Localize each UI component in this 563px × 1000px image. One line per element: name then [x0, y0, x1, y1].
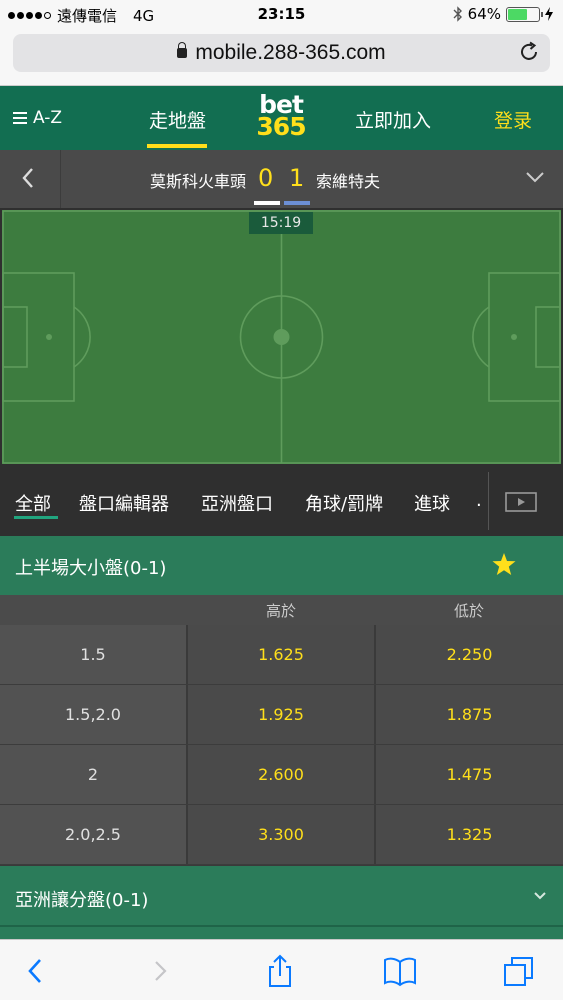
over-header: 高於 — [265, 602, 296, 620]
market-header[interactable]: 上半場大小盤(0-1) — [0, 536, 563, 595]
battery-percent: 64% — [467, 5, 501, 23]
under-odds-button[interactable]: 2.250 — [376, 625, 563, 684]
market-title: 上半場大小盤(0-1) — [15, 558, 167, 579]
pitch-area: 15:19 — [0, 208, 563, 466]
under-odds-button[interactable]: 1.875 — [376, 685, 563, 744]
browser-chrome: mobile.288-365.com — [0, 30, 563, 86]
away-kit-color — [284, 201, 310, 205]
table-row: 2 2.600 1.475 — [0, 745, 563, 805]
back-chevron-icon[interactable] — [20, 166, 36, 190]
tabs-icon[interactable] — [502, 954, 536, 988]
url-display[interactable]: mobile.288-365.com — [13, 41, 550, 65]
tabs-overflow: . — [476, 490, 482, 511]
logo-365: 365 — [256, 112, 306, 141]
table-row: 1.5,2.0 1.925 1.875 — [0, 685, 563, 745]
over-odds-button[interactable]: 1.625 — [188, 625, 374, 684]
tab-goals[interactable]: 進球 — [414, 490, 450, 516]
match-clock: 15:19 — [249, 212, 313, 234]
asian-handicap-market-header[interactable]: 亞洲讓分盤(0-1) — [0, 865, 563, 925]
under-odds-button[interactable]: 1.475 — [376, 745, 563, 804]
home-score: 0 — [258, 164, 274, 192]
bluetooth-icon — [453, 6, 462, 22]
chevron-down-icon[interactable] — [525, 170, 545, 184]
site-header: A-Z 走地盤 bet 365 立即加入 登录 — [0, 86, 563, 150]
az-menu-button[interactable]: A-Z — [13, 108, 62, 128]
status-right: 64% — [453, 5, 553, 23]
az-label: A-Z — [33, 108, 63, 128]
under-odds-button[interactable]: 1.325 — [376, 805, 563, 864]
lock-icon — [177, 42, 188, 58]
login-button[interactable]: 登录 — [494, 106, 532, 133]
away-team-name: 索維特夫 — [316, 172, 381, 191]
in-play-link[interactable]: 走地盤 — [149, 106, 206, 133]
odds-column-headers: 高於 低於 — [0, 595, 563, 625]
tab-all[interactable]: 全部 — [15, 490, 51, 516]
table-row: 2.0,2.5 3.300 1.325 — [0, 805, 563, 865]
status-bar: 遠傳電信 4G 23:15 64% — [0, 0, 563, 30]
home-team-name: 莫斯科火車頭 — [149, 172, 246, 191]
battery-icon — [506, 6, 543, 22]
tab-corners-cards[interactable]: 角球/罰牌 — [305, 490, 383, 516]
browser-toolbar — [0, 939, 563, 1000]
star-icon[interactable] — [491, 551, 517, 577]
tab-asian-lines[interactable]: 亞洲盤口 — [201, 490, 273, 516]
tab-bet-builder[interactable]: 盤口編輯器 — [79, 490, 169, 516]
chevron-down-icon — [534, 892, 546, 900]
in-play-indicator — [147, 144, 207, 148]
football-pitch — [2, 210, 561, 464]
over-odds-button[interactable]: 2.600 — [188, 745, 374, 804]
away-score: 1 — [289, 164, 305, 192]
over-odds-button[interactable]: 3.300 — [188, 805, 374, 864]
line-cell: 1.5,2.0 — [0, 685, 186, 744]
share-icon[interactable] — [263, 954, 297, 988]
market-tabs: 全部 盤口編輯器 亞洲盤口 角球/罰牌 進球 . — [0, 466, 563, 536]
line-cell: 2.0,2.5 — [0, 805, 186, 864]
join-now-button[interactable]: 立即加入 — [355, 106, 431, 133]
market-title: 亞洲讓分盤(0-1) — [15, 890, 149, 911]
active-tab-indicator — [14, 516, 58, 519]
table-row: 1.5 1.625 2.250 — [0, 625, 563, 685]
bet365-logo[interactable]: bet 365 — [253, 92, 309, 144]
match-header: 莫斯科火車頭 0 1 索維特夫 — [0, 150, 563, 208]
charging-icon — [545, 7, 553, 21]
over-odds-button[interactable]: 1.925 — [188, 685, 374, 744]
url-text: mobile.288-365.com — [195, 41, 386, 64]
menu-icon — [13, 112, 27, 124]
bookmarks-icon[interactable] — [383, 954, 417, 988]
under-header: 低於 — [453, 602, 484, 620]
line-cell: 2 — [0, 745, 186, 804]
next-market-header[interactable] — [0, 925, 563, 939]
reload-icon[interactable] — [518, 41, 540, 63]
line-cell: 1.5 — [0, 625, 186, 684]
divider — [60, 150, 61, 208]
url-bar[interactable]: mobile.288-365.com — [13, 34, 550, 72]
divider — [488, 472, 489, 530]
back-icon[interactable] — [20, 954, 54, 988]
forward-icon[interactable] — [142, 954, 176, 988]
video-play-icon[interactable] — [505, 492, 537, 512]
home-kit-color — [254, 201, 280, 205]
